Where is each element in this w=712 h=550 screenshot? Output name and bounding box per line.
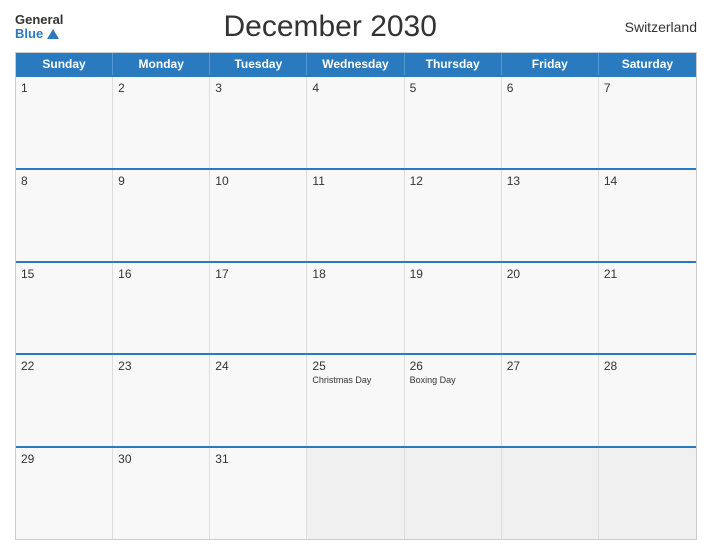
day-cell-empty-2 <box>405 448 502 539</box>
day-cell-7: 7 <box>599 77 696 168</box>
logo-general-text: General <box>15 13 63 27</box>
header-friday: Friday <box>502 53 599 75</box>
day-cell-6: 6 <box>502 77 599 168</box>
week-row-2: 8 9 10 11 12 13 14 <box>16 168 696 261</box>
header-sunday: Sunday <box>16 53 113 75</box>
day-cell-19: 19 <box>405 263 502 354</box>
day-cell-27: 27 <box>502 355 599 446</box>
day-cell-empty-4 <box>599 448 696 539</box>
day-cell-10: 10 <box>210 170 307 261</box>
day-cell-15: 15 <box>16 263 113 354</box>
week-row-4: 22 23 24 25 Christmas Day 26 Boxing Day … <box>16 353 696 446</box>
day-cell-2: 2 <box>113 77 210 168</box>
logo: General Blue <box>15 13 63 42</box>
weeks: 1 2 3 4 5 6 7 8 9 10 11 12 13 14 15 16 <box>16 75 696 539</box>
header-tuesday: Tuesday <box>210 53 307 75</box>
header-wednesday: Wednesday <box>307 53 404 75</box>
day-cell-17: 17 <box>210 263 307 354</box>
day-cell-23: 23 <box>113 355 210 446</box>
day-cell-14: 14 <box>599 170 696 261</box>
day-cell-21: 21 <box>599 263 696 354</box>
day-cell-16: 16 <box>113 263 210 354</box>
day-cell-29: 29 <box>16 448 113 539</box>
day-cell-13: 13 <box>502 170 599 261</box>
calendar-container: General Blue December 2030 Switzerland S… <box>0 0 712 550</box>
day-cell-1: 1 <box>16 77 113 168</box>
day-cell-4: 4 <box>307 77 404 168</box>
day-cell-18: 18 <box>307 263 404 354</box>
week-row-3: 15 16 17 18 19 20 21 <box>16 261 696 354</box>
country-label: Switzerland <box>597 19 697 35</box>
week-row-5: 29 30 31 <box>16 446 696 539</box>
day-cell-empty-3 <box>502 448 599 539</box>
day-cell-30: 30 <box>113 448 210 539</box>
header-saturday: Saturday <box>599 53 696 75</box>
header-thursday: Thursday <box>405 53 502 75</box>
day-cell-28: 28 <box>599 355 696 446</box>
christmas-day-label: Christmas Day <box>312 375 398 386</box>
header: General Blue December 2030 Switzerland <box>15 10 697 44</box>
day-cell-11: 11 <box>307 170 404 261</box>
day-cell-8: 8 <box>16 170 113 261</box>
day-cell-24: 24 <box>210 355 307 446</box>
day-headers: Sunday Monday Tuesday Wednesday Thursday… <box>16 53 696 75</box>
day-cell-26: 26 Boxing Day <box>405 355 502 446</box>
calendar-grid: Sunday Monday Tuesday Wednesday Thursday… <box>15 52 697 540</box>
logo-triangle-icon <box>47 29 59 39</box>
header-monday: Monday <box>113 53 210 75</box>
day-cell-25: 25 Christmas Day <box>307 355 404 446</box>
day-cell-9: 9 <box>113 170 210 261</box>
day-cell-22: 22 <box>16 355 113 446</box>
day-cell-31: 31 <box>210 448 307 539</box>
day-cell-20: 20 <box>502 263 599 354</box>
day-cell-empty-1 <box>307 448 404 539</box>
day-cell-3: 3 <box>210 77 307 168</box>
logo-blue-text: Blue <box>15 27 43 41</box>
boxing-day-label: Boxing Day <box>410 375 496 386</box>
week-row-1: 1 2 3 4 5 6 7 <box>16 75 696 168</box>
day-cell-12: 12 <box>405 170 502 261</box>
calendar-title: December 2030 <box>63 10 597 44</box>
day-cell-5: 5 <box>405 77 502 168</box>
